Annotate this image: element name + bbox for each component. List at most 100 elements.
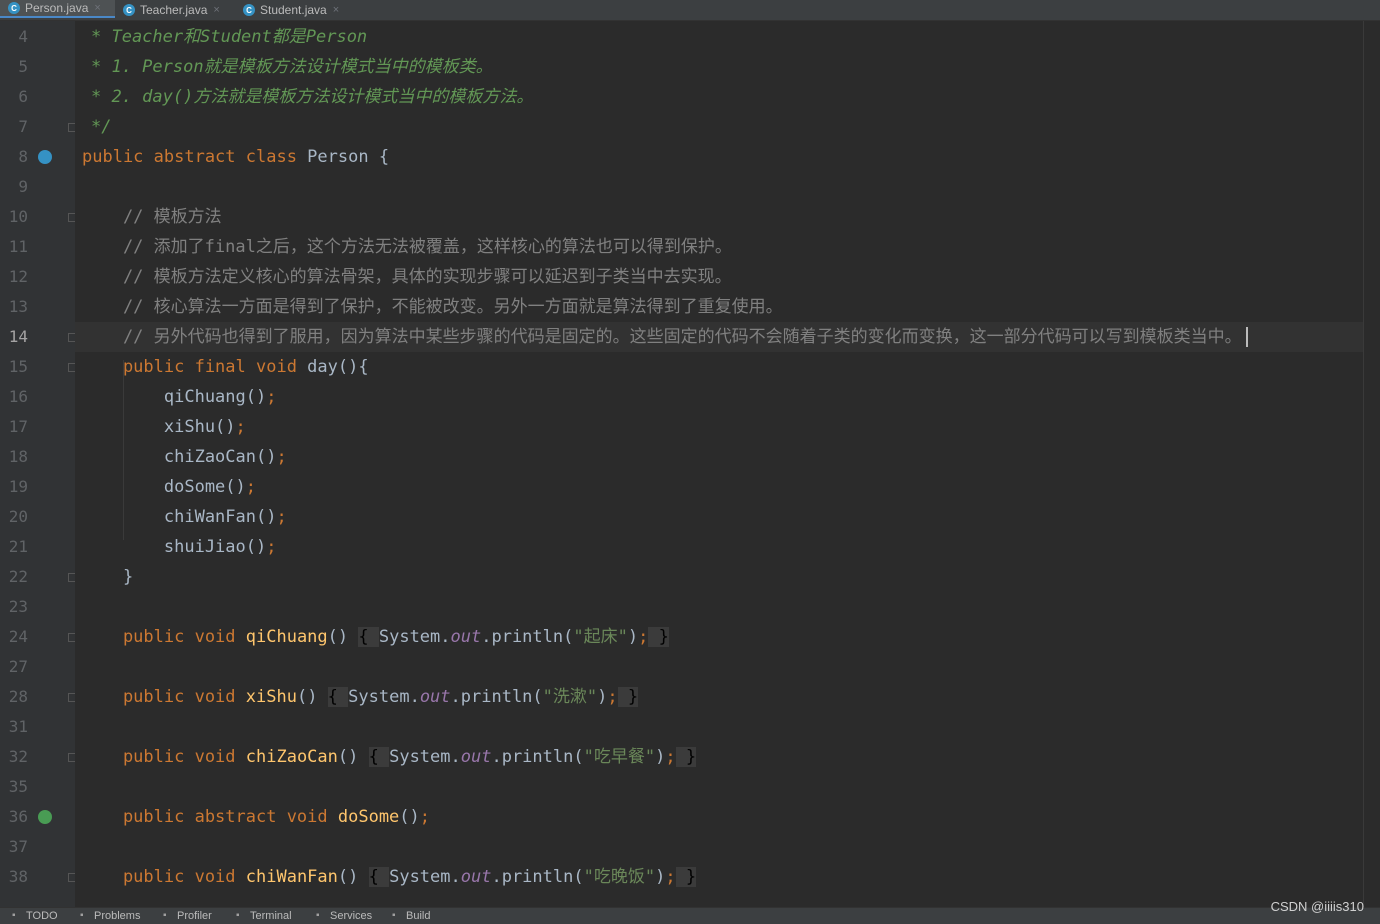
tool-todo[interactable]: ▪ TODO <box>12 910 58 922</box>
code-token: qiChuang <box>245 627 328 647</box>
code-token: .println( <box>491 747 584 767</box>
code-token: System. <box>378 627 451 647</box>
line-number: 28 <box>8 687 28 706</box>
code-token: } <box>648 627 669 647</box>
close-icon[interactable]: × <box>213 4 219 16</box>
code-token: "起床" <box>573 627 628 647</box>
code-token: "吃晚饭" <box>583 867 656 887</box>
code-line: * Teacher和Student都是Person <box>75 22 1363 52</box>
code-token: * Teacher和Student都是Person <box>91 27 368 47</box>
code-token: // 核心算法一方面是得到了保护，不能被改变。另外一方面就是算法得到了重复使用。 <box>82 297 783 317</box>
code-token: shuiJiao() <box>82 537 267 557</box>
code-token: .println( <box>491 867 584 887</box>
code-token: public void <box>82 627 246 647</box>
tool-terminal[interactable]: ▪ Terminal <box>236 910 292 922</box>
tool-label: Profiler <box>177 910 212 922</box>
code-line: // 另外代码也得到了服用，因为算法中某些步骤的代码是固定的。这些固定的代码不会… <box>75 322 1363 352</box>
line-number: 19 <box>8 477 28 496</box>
code-token: { <box>358 627 379 647</box>
line-number: 15 <box>8 357 28 376</box>
code-token: // 模板方法定义核心的算法骨架，具体的实现步骤可以延迟到子类当中去实现。 <box>82 267 732 287</box>
line-number: 10 <box>8 207 28 226</box>
code-token: System. <box>389 747 461 767</box>
line-number: 32 <box>8 747 28 766</box>
code-line: qiChuang(); <box>75 382 1363 412</box>
code-token: chiWanFan() <box>82 507 277 527</box>
line-number: 9 <box>18 177 28 196</box>
code-token: */ <box>91 117 112 137</box>
code-token: day(){ <box>307 357 369 377</box>
code-token: out <box>460 747 492 767</box>
code-token: } <box>675 867 697 887</box>
code-token: .println( <box>481 627 574 647</box>
tool-profiler[interactable]: ▪ Profiler <box>163 910 212 922</box>
tool-build[interactable]: ▪ Build <box>392 910 430 922</box>
line-number: 12 <box>8 267 28 286</box>
code-token: doSome() <box>82 477 246 497</box>
tool-services[interactable]: ▪ Services <box>316 910 372 922</box>
tool-label: Terminal <box>250 910 292 922</box>
code-token: { <box>368 747 390 767</box>
code-token: ) <box>655 747 666 767</box>
line-number: 38 <box>8 867 28 886</box>
line-number: 11 <box>8 237 28 256</box>
close-icon[interactable]: × <box>333 4 339 16</box>
tool-label: Services <box>330 910 373 922</box>
code-token: // 另外代码也得到了服用，因为算法中某些步骤的代码是固定的。这些固定的代码不会… <box>82 327 1242 347</box>
code-token: { <box>368 867 390 887</box>
code-token: .println( <box>450 687 543 707</box>
code-token: "洗漱" <box>542 687 598 707</box>
class-icon: C <box>123 4 135 16</box>
code-line: public void chiWanFan() { System.out.pri… <box>75 862 1363 892</box>
code-token: chiZaoCan() <box>82 447 277 467</box>
code-line: chiWanFan(); <box>75 502 1363 532</box>
code-token: System. <box>389 867 461 887</box>
line-number: 6 <box>18 87 28 106</box>
class-icon: C <box>8 2 20 14</box>
code-token: Person { <box>307 147 390 167</box>
code-token: qiChuang() <box>82 387 267 407</box>
code-token: xiShu() <box>82 417 236 437</box>
code-token: ; <box>276 447 287 467</box>
code-line: // 添加了final之后，这个方法无法被覆盖，这样核心的算法也可以得到保护。 <box>75 232 1363 262</box>
tab-student[interactable]: C Student.java × <box>235 0 345 20</box>
code-line: public final void day(){ <box>75 352 1363 382</box>
tab-label: Teacher.java <box>140 3 208 17</box>
code-token: out <box>419 687 451 707</box>
code-token: * 2. day()方法就是模板方法设计模式当中的模板方法。 <box>91 87 534 107</box>
code-token: doSome <box>337 807 400 827</box>
vertical-scrollbar[interactable] <box>1363 21 1380 907</box>
code-line: */ <box>75 112 1363 142</box>
line-number: 16 <box>8 387 28 406</box>
tab-person[interactable]: C Person.java × <box>0 0 115 18</box>
code-line: // 核心算法一方面是得到了保护，不能被改变。另外一方面就是算法得到了重复使用。 <box>75 292 1363 322</box>
code-token: } <box>675 747 697 767</box>
line-number-gutter: 4 5 6 7 8 9 10 11 12 13 14 15 16 17 18 19 20 21 22 23 24 27 28… <box>0 21 77 907</box>
code-line: shuiJiao(); <box>75 532 1363 562</box>
overridden-down-icon[interactable] <box>38 150 52 164</box>
line-number: 21 <box>8 537 28 556</box>
tool-problems[interactable]: ▪ Problems <box>80 910 140 922</box>
code-token: () <box>337 867 369 887</box>
code-token: ; <box>266 537 277 557</box>
implemented-down-icon[interactable] <box>38 810 52 824</box>
bottom-tool-window-bar: ▪ TODO ▪ Problems ▪ Profiler ▪ Terminal ▪ Service… <box>0 907 1380 924</box>
line-number: 4 <box>18 27 28 46</box>
code-token: // 添加了final之后，这个方法无法被覆盖，这样核心的算法也可以得到保护。 <box>82 237 732 257</box>
line-number: 27 <box>8 657 28 676</box>
code-token: * 1. Person就是模板方法设计模式当中的模板类。 <box>91 57 493 77</box>
code-token: System. <box>348 687 420 707</box>
code-editor[interactable]: * Teacher和Student都是Person * 1. Person就是模板… <box>75 21 1363 907</box>
close-icon[interactable]: × <box>94 2 100 14</box>
line-number: 8 <box>18 147 28 166</box>
editor-tab-bar: C Person.java × C Teacher.java × C Student.java… <box>0 0 1380 21</box>
line-number: 36 <box>8 807 28 826</box>
code-token: ; <box>235 417 246 437</box>
tab-teacher[interactable]: C Teacher.java × <box>115 0 235 20</box>
line-number: 18 <box>8 447 28 466</box>
code-token: ) <box>597 687 608 707</box>
